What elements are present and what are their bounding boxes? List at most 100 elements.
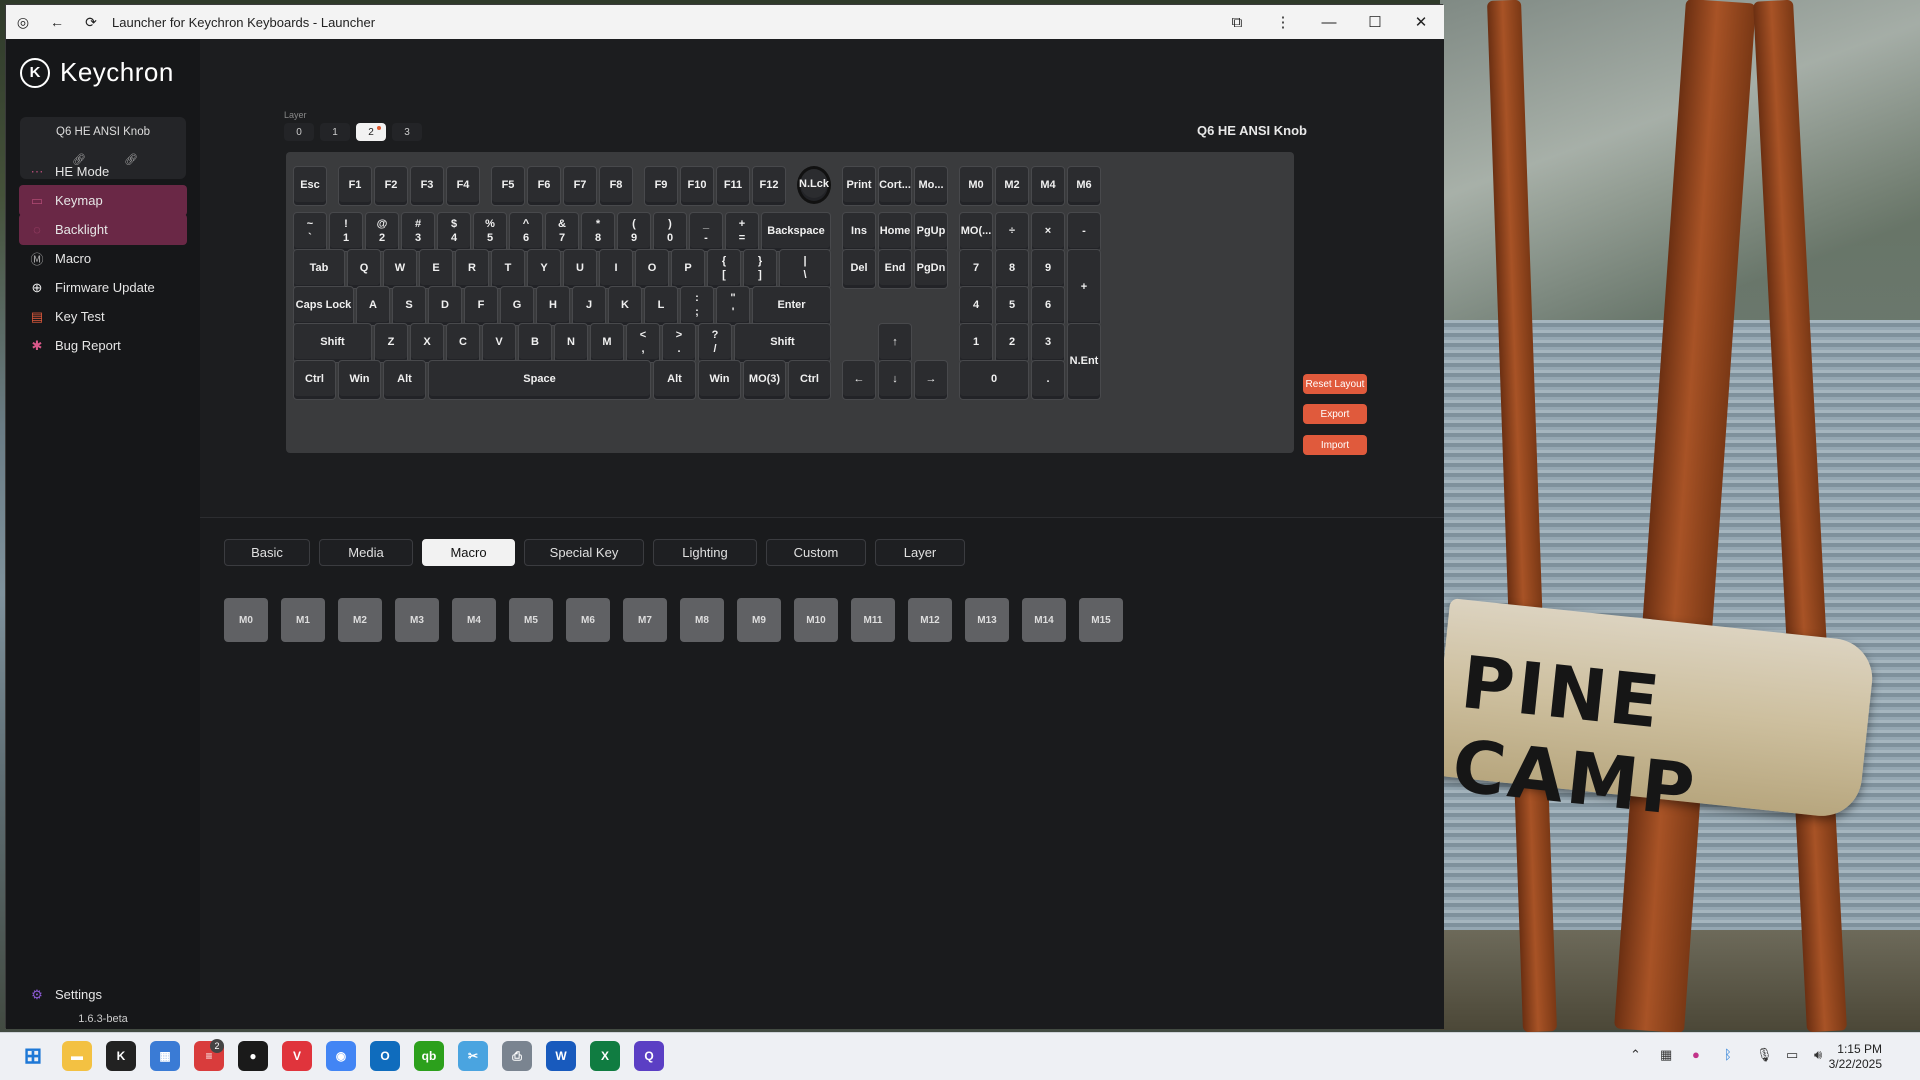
macro-key-4[interactable]: M4 (452, 598, 496, 642)
key-row5-6[interactable]: MO(3) (743, 360, 786, 400)
macro-key-12[interactable]: M12 (908, 598, 952, 642)
export-button[interactable]: Export (1303, 404, 1367, 424)
key-row3-9[interactable]: L (644, 286, 678, 326)
key-row1-8[interactable]: * 8 (581, 212, 615, 252)
key-row0-12[interactable]: F12 (752, 166, 786, 206)
key-row4-4[interactable]: V (482, 323, 516, 363)
key-row4-14[interactable]: 2 (995, 323, 1029, 363)
keychron-launcher-icon[interactable]: K (106, 1041, 136, 1071)
key-row2-10[interactable]: P (671, 249, 705, 289)
key-row1-14[interactable]: Ins (842, 212, 876, 252)
nav-firmware-update[interactable]: ⊕ Firmware Update (19, 272, 187, 303)
key-row1-2[interactable]: @2 (365, 212, 399, 252)
key-row5-11[interactable]: 0 (959, 360, 1029, 400)
macro-key-9[interactable]: M9 (737, 598, 781, 642)
key-row4-6[interactable]: N (554, 323, 588, 363)
key-row0-19[interactable]: M4 (1031, 166, 1065, 206)
key-row3-8[interactable]: K (608, 286, 642, 326)
microphone-icon[interactable]: 🎙︎ (1756, 1047, 1773, 1063)
key-row3-5[interactable]: G (500, 286, 534, 326)
key-row3-1[interactable]: A (356, 286, 390, 326)
key-row5-3[interactable]: Space (428, 360, 651, 400)
close-button[interactable]: ✕ (1398, 5, 1444, 39)
key-row2-1[interactable]: Q (347, 249, 381, 289)
key-row3-0[interactable]: Caps Lock (293, 286, 354, 326)
chrome-icon[interactable]: ◉ (326, 1041, 356, 1071)
key-row3-2[interactable]: S (392, 286, 426, 326)
key-row4-7[interactable]: M (590, 323, 624, 363)
key-row4-10[interactable]: ? / (698, 323, 732, 363)
macro-key-14[interactable]: M14 (1022, 598, 1066, 642)
macro-key-5[interactable]: M5 (509, 598, 553, 642)
maximize-button[interactable]: ☐ (1352, 5, 1398, 39)
key-row1-6[interactable]: ^ 6 (509, 212, 543, 252)
snipping-tool-icon[interactable]: ✂ (458, 1041, 488, 1071)
key-row2-19[interactable]: 9 (1031, 249, 1065, 289)
key-row2-7[interactable]: U (563, 249, 597, 289)
key-row2-18[interactable]: 8 (995, 249, 1029, 289)
nav-backlight[interactable]: ◌ Backlight (19, 214, 187, 245)
key-row3-11[interactable]: " ' (716, 286, 750, 326)
layer-tab-0[interactable]: 0 (284, 123, 314, 141)
key-row2-6[interactable]: Y (527, 249, 561, 289)
nav-bug-report[interactable]: ✱ Bug Report (19, 330, 187, 361)
quickbooks-icon[interactable]: qb (414, 1041, 444, 1071)
key-row4-11[interactable]: Shift (734, 323, 831, 363)
key-row0-14[interactable]: Print (842, 166, 876, 206)
key-row5-10[interactable]: → (914, 360, 948, 400)
key-row0-11[interactable]: F11 (716, 166, 750, 206)
key-row3-15[interactable]: 6 (1031, 286, 1065, 326)
key-row0-18[interactable]: M2 (995, 166, 1029, 206)
key-row2-15[interactable]: End (878, 249, 912, 289)
key-row4-0[interactable]: Shift (293, 323, 372, 363)
macro-key-7[interactable]: M7 (623, 598, 667, 642)
key-row1-20[interactable]: - (1067, 212, 1101, 252)
key-row5-1[interactable]: Win (338, 360, 381, 400)
calculator-icon[interactable]: ▦ (150, 1041, 180, 1071)
key-row0-9[interactable]: F9 (644, 166, 678, 206)
macro-key-15[interactable]: M15 (1079, 598, 1123, 642)
back-icon[interactable]: ← (40, 5, 74, 39)
tab-media[interactable]: Media (319, 539, 413, 566)
key-row4-12[interactable]: ↑ (878, 323, 912, 363)
key-row5-12[interactable]: . (1031, 360, 1065, 400)
tab-lighting[interactable]: Lighting (653, 539, 757, 566)
file-explorer-icon[interactable]: ▬ (62, 1041, 92, 1071)
key-row5-8[interactable]: ← (842, 360, 876, 400)
key-row5-2[interactable]: Alt (383, 360, 426, 400)
recorder-icon[interactable]: ● (238, 1041, 268, 1071)
key-row2-16[interactable]: PgDn (914, 249, 948, 289)
key-row0-20[interactable]: M6 (1067, 166, 1101, 206)
key-row2-13[interactable]: | \ (779, 249, 831, 289)
key-row2-14[interactable]: Del (842, 249, 876, 289)
macro-key-10[interactable]: M10 (794, 598, 838, 642)
nav-keymap[interactable]: ▭ Keymap (19, 185, 187, 216)
nav-key-test[interactable]: ▤ Key Test (19, 301, 187, 332)
key-row4-2[interactable]: X (410, 323, 444, 363)
key-row1-13[interactable]: Backspace (761, 212, 831, 252)
key-row0-3[interactable]: F3 (410, 166, 444, 206)
key-row1-15[interactable]: Home (878, 212, 912, 252)
key-row4-16[interactable]: N.Ent (1067, 323, 1101, 400)
key-row2-0[interactable]: Tab (293, 249, 345, 289)
key-row2-2[interactable]: W (383, 249, 417, 289)
key-row0-1[interactable]: F1 (338, 166, 372, 206)
key-row0-8[interactable]: F8 (599, 166, 633, 206)
key-row0-4[interactable]: F4 (446, 166, 480, 206)
tab-layer[interactable]: Layer (875, 539, 965, 566)
key-row2-17[interactable]: 7 (959, 249, 993, 289)
tab-custom[interactable]: Custom (766, 539, 866, 566)
key-row0-7[interactable]: F7 (563, 166, 597, 206)
key-row1-17[interactable]: MO(... (959, 212, 993, 252)
key-row3-6[interactable]: H (536, 286, 570, 326)
chevron-up-icon[interactable]: ⌃ (1630, 1047, 1641, 1063)
key-row3-7[interactable]: J (572, 286, 606, 326)
key-row2-8[interactable]: I (599, 249, 633, 289)
app-icon[interactable]: Q (634, 1041, 664, 1071)
key-row2-5[interactable]: T (491, 249, 525, 289)
tab-macro[interactable]: Macro (422, 539, 515, 566)
key-row3-3[interactable]: D (428, 286, 462, 326)
key-row1-0[interactable]: ~ ` (293, 212, 327, 252)
network-icon[interactable]: ▭ (1786, 1047, 1798, 1063)
key-row4-13[interactable]: 1 (959, 323, 993, 363)
